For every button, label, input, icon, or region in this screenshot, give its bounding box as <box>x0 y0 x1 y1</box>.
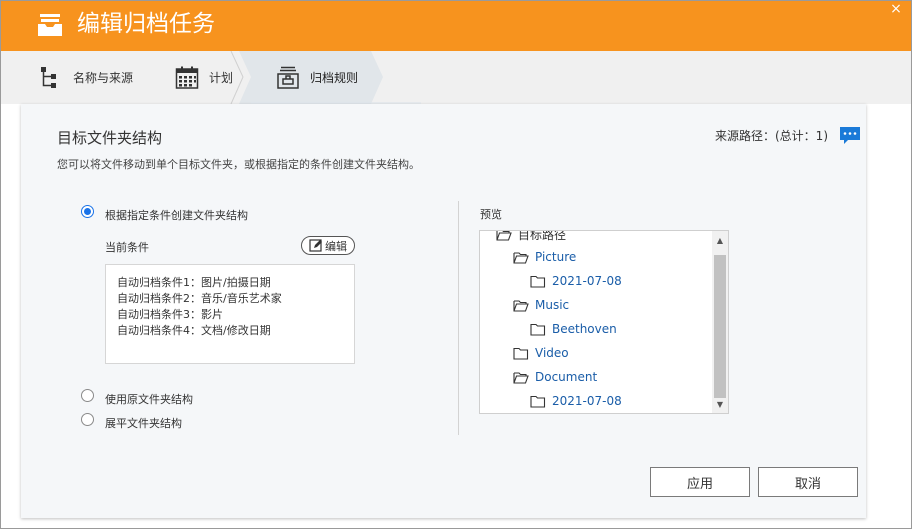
folder-open-icon <box>496 231 512 241</box>
chat-bubble-icon[interactable] <box>839 126 861 146</box>
scroll-down-arrow[interactable]: ▼ <box>712 395 728 413</box>
step-archive-rules[interactable]: 归档规则 <box>276 51 358 104</box>
archive-rules-icon <box>277 66 299 89</box>
tree-folder-item[interactable]: 2021-07-08 <box>530 394 622 408</box>
vertical-divider <box>458 201 459 435</box>
tree-folder-label: Beethoven <box>552 322 617 336</box>
radio-flatten-label: 展平文件夹结构 <box>105 417 182 430</box>
step-label: 归档规则 <box>310 71 359 85</box>
wizard-steps: 名称与来源 计划 归档规则 <box>1 51 911 104</box>
condition-line: 自动归档条件3：影片 <box>117 308 223 321</box>
edit-pencil-icon <box>309 239 322 252</box>
tree-folder-item[interactable]: Document <box>513 370 597 384</box>
calendar-icon <box>175 66 199 89</box>
source-path-label[interactable]: 来源路径：(总计：1) <box>715 127 828 144</box>
folder-icon <box>530 395 546 408</box>
section-title: 目标文件夹结构 <box>57 129 163 147</box>
edit-button-label: 编辑 <box>325 239 347 253</box>
conditions-box: 自动归档条件1：图片/拍摄日期 自动归档条件2：音乐/音乐艺术家 自动归档条件3… <box>105 264 355 364</box>
step-schedule[interactable]: 计划 <box>175 51 233 104</box>
tree-folder-item[interactable]: 目标路径 <box>496 230 567 243</box>
radio-flatten-structure[interactable] <box>81 413 94 426</box>
tree-folder-label: Picture <box>535 250 577 264</box>
radio-by-condition-label: 根据指定条件创建文件夹结构 <box>105 209 248 222</box>
tree-folder-item[interactable]: Music <box>513 298 569 312</box>
folder-icon <box>530 323 546 336</box>
tree-folder-label: 目标路径 <box>518 230 567 242</box>
tree-folder-label: 2021-07-08 <box>552 274 622 288</box>
preview-label: 预览 <box>480 208 502 221</box>
window-title: 编辑归档任务 <box>77 11 215 37</box>
tree-folder-label: Music <box>535 298 570 312</box>
condition-line: 自动归档条件2：音乐/音乐艺术家 <box>117 292 282 305</box>
folder-open-icon <box>513 371 529 384</box>
step-name-source[interactable]: 名称与来源 <box>39 51 133 104</box>
cancel-button[interactable]: 取消 <box>758 467 858 497</box>
tree-folder-item[interactable]: Beethoven <box>530 322 617 336</box>
current-conditions-label: 当前条件 <box>105 241 149 254</box>
scroll-up-arrow[interactable]: ▲ <box>712 231 728 249</box>
condition-line: 自动归档条件4：文档/修改日期 <box>117 324 271 337</box>
hierarchy-icon <box>41 66 56 88</box>
scrollbar[interactable]: ▲ ▼ <box>712 231 728 413</box>
radio-by-condition[interactable] <box>81 205 94 218</box>
archive-tray-icon <box>38 14 62 36</box>
step-label: 计划 <box>209 71 234 85</box>
preview-tree[interactable]: 目标路径 Picture 2021-07-08 Music Beethoven Video… <box>479 230 729 414</box>
radio-keep-source-label: 使用原文件夹结构 <box>105 393 193 406</box>
apply-button[interactable]: 应用 <box>650 467 750 497</box>
tree-folder-label: Document <box>535 370 598 384</box>
edit-conditions-button[interactable]: 编辑 <box>301 236 355 255</box>
title-bar: 编辑归档任务 × <box>1 1 911 51</box>
radio-keep-source-structure[interactable] <box>81 389 94 402</box>
section-description: 您可以将文件移动到单个目标文件夹，或根据指定的条件创建文件夹结构。 <box>57 158 420 171</box>
condition-line: 自动归档条件1：图片/拍摄日期 <box>117 276 271 289</box>
tree-folder-item[interactable]: Picture <box>513 250 576 264</box>
folder-open-icon <box>513 251 529 264</box>
tree-folder-label: 2021-07-08 <box>552 394 622 408</box>
tree-folder-item[interactable]: 2021-07-08 <box>530 274 622 288</box>
close-button[interactable]: × <box>889 1 903 17</box>
step-label: 名称与来源 <box>73 71 134 85</box>
tree-folder-label: Video <box>535 346 569 360</box>
scroll-thumb[interactable] <box>714 255 726 398</box>
folder-open-icon <box>513 299 529 312</box>
folder-icon <box>513 347 529 360</box>
folder-icon <box>530 275 546 288</box>
tree-folder-item[interactable]: Video <box>513 346 569 360</box>
